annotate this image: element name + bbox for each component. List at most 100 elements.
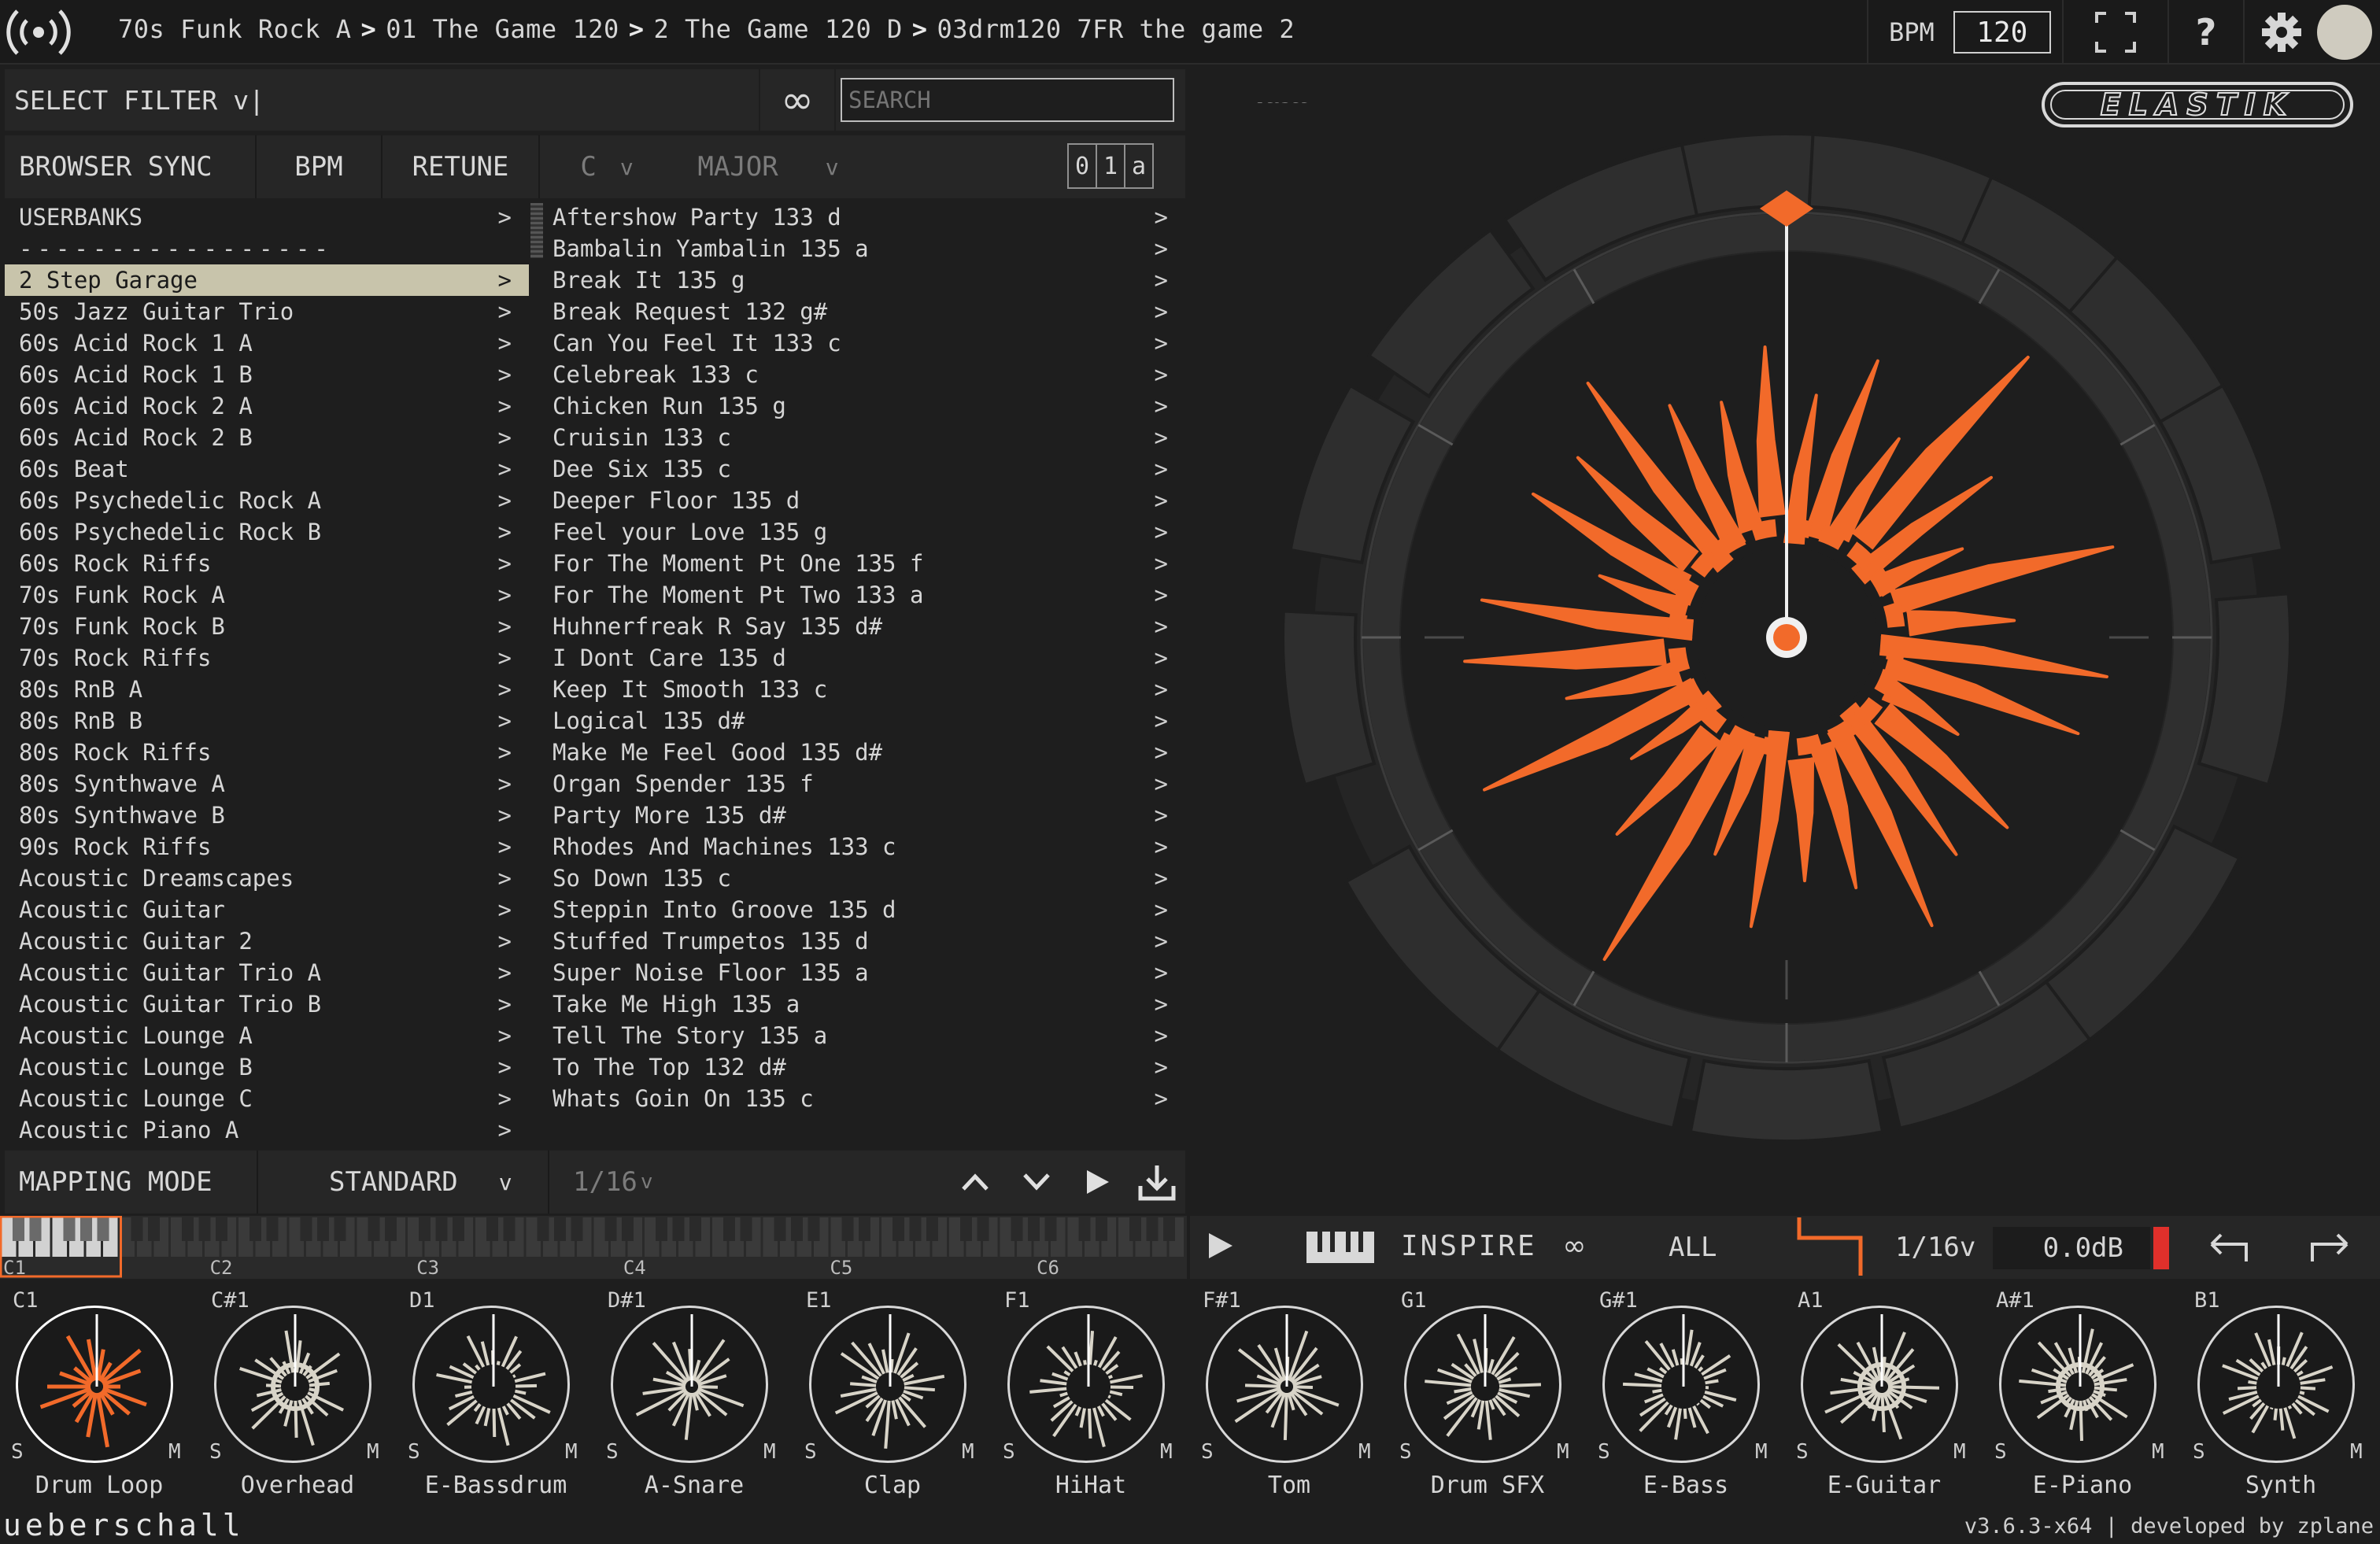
key-select[interactable]: C v — [540, 135, 674, 198]
export-button[interactable] — [1129, 1151, 1185, 1213]
sample-pad[interactable]: C#1 S M Overhead — [198, 1279, 397, 1507]
pad-waveform[interactable] — [1007, 1306, 1165, 1463]
piano-key-black[interactable] — [97, 1217, 109, 1241]
sort-option[interactable]: 0 — [1069, 145, 1097, 187]
piano-key-black[interactable] — [368, 1217, 380, 1241]
sample-pad[interactable]: F#1 S M Tom — [1190, 1279, 1388, 1507]
sample-pad[interactable]: E1 S M Clap — [793, 1279, 992, 1507]
pad-waveform[interactable] — [2197, 1306, 2355, 1463]
piano-key-black[interactable] — [486, 1217, 499, 1241]
userbank-item[interactable]: 50s Jazz Guitar Trio > — [5, 296, 529, 327]
sample-pad[interactable]: B1 S M Synth — [2182, 1279, 2380, 1507]
loop-item[interactable]: Cruisin 133 c > — [546, 422, 1185, 453]
sort-option[interactable]: a — [1125, 145, 1152, 187]
piano-key-black[interactable] — [12, 1217, 25, 1241]
piano-keys-icon[interactable] — [1305, 1230, 1376, 1268]
solo-button[interactable]: S — [1399, 1440, 1412, 1464]
solo-button[interactable]: S — [804, 1440, 817, 1464]
solo-button[interactable]: S — [1598, 1440, 1610, 1464]
userbank-item[interactable]: 60s Beat > — [5, 453, 529, 485]
mute-button[interactable]: M — [367, 1440, 379, 1464]
retune-button[interactable]: RETUNE — [382, 135, 540, 198]
piano-key-black[interactable] — [1078, 1217, 1091, 1241]
sample-pad[interactable]: A1 S M E-Guitar — [1785, 1279, 1983, 1507]
piano-key-black[interactable] — [503, 1217, 516, 1241]
sample-pad[interactable]: A#1 S M E-Piano — [1983, 1279, 2182, 1507]
piano-key-black[interactable] — [418, 1217, 431, 1241]
userbank-item[interactable]: 70s Funk Rock A > — [5, 579, 529, 611]
piano-key-black[interactable] — [858, 1217, 871, 1241]
piano-key-black[interactable] — [672, 1217, 685, 1241]
loop-item[interactable]: Party More 135 d# > — [546, 800, 1185, 831]
piano-key-black[interactable] — [1129, 1217, 1142, 1241]
loop-item[interactable]: Bambalin Yambalin 135 a > — [546, 233, 1185, 264]
breadcrumb-item[interactable]: 2 The Game 120 D — [654, 14, 903, 44]
piano-key-black[interactable] — [198, 1217, 211, 1241]
piano-key-black[interactable] — [1162, 1217, 1176, 1241]
loop-item[interactable]: Steppin Into Groove 135 d > — [546, 894, 1185, 925]
userbank-item[interactable]: 60s Acid Rock 1 A > — [5, 327, 529, 359]
pad-waveform[interactable] — [611, 1306, 768, 1463]
play-preview-button[interactable] — [1067, 1151, 1129, 1213]
pad-waveform[interactable] — [1999, 1306, 2156, 1463]
division-select[interactable]: 1/16 v — [549, 1151, 691, 1213]
piano-key-black[interactable] — [1044, 1217, 1057, 1241]
transport-division-select[interactable]: 1/16v — [1895, 1232, 1975, 1263]
loop-item[interactable]: Rhodes And Machines 133 c > — [546, 831, 1185, 862]
mute-button[interactable]: M — [1755, 1440, 1768, 1464]
piano-key-black[interactable] — [689, 1217, 702, 1241]
mapping-mode-select[interactable]: STANDARD v — [258, 1151, 549, 1213]
loop-item[interactable]: Chicken Run 135 g > — [546, 390, 1185, 422]
breadcrumb-item[interactable]: 70s Funk Rock A — [118, 14, 351, 44]
loop-item[interactable]: Organ Spender 135 f > — [546, 768, 1185, 800]
gain-field[interactable]: 0.0dB — [1993, 1227, 2150, 1269]
mute-button[interactable]: M — [1358, 1440, 1371, 1464]
userbank-item[interactable]: Acoustic Guitar > — [5, 894, 529, 925]
piano-key-black[interactable] — [1027, 1217, 1040, 1241]
userbank-item[interactable]: 2 Step Garage > — [5, 264, 529, 296]
piano-key-black[interactable] — [29, 1217, 42, 1241]
piano-key-black[interactable] — [300, 1217, 312, 1241]
pad-waveform[interactable] — [412, 1306, 570, 1463]
userbank-item[interactable]: Acoustic Lounge A > — [5, 1020, 529, 1051]
piano-key-black[interactable] — [1095, 1217, 1108, 1241]
inspire-button[interactable]: INSPIRE ∞ — [1401, 1230, 1588, 1262]
breadcrumb-item[interactable]: 01 The Game 120 — [386, 14, 619, 44]
loop-item[interactable]: Make Me Feel Good 135 d# > — [546, 737, 1185, 768]
loop-item[interactable]: Tell The Story 135 a > — [546, 1020, 1185, 1051]
userbank-item[interactable]: Acoustic Lounge B > — [5, 1051, 529, 1083]
mute-button[interactable]: M — [763, 1440, 776, 1464]
sample-pad[interactable]: C1 S M Drum Loop — [0, 1279, 198, 1507]
piano-key-black[interactable] — [740, 1217, 752, 1241]
mute-button[interactable]: M — [1557, 1440, 1569, 1464]
mute-button[interactable]: M — [2350, 1440, 2363, 1464]
list-scrollbar[interactable] — [530, 203, 543, 258]
piano-key-black[interactable] — [808, 1217, 820, 1241]
solo-button[interactable]: S — [1201, 1440, 1214, 1464]
piano-key-black[interactable] — [655, 1217, 668, 1241]
loop-item[interactable]: So Down 135 c > — [546, 862, 1185, 894]
loop-item[interactable]: Feel your Love 135 g > — [546, 516, 1185, 548]
pad-waveform[interactable] — [16, 1306, 173, 1463]
piano-key-black[interactable] — [722, 1217, 736, 1241]
loop-item[interactable]: For The Moment Pt Two 133 a > — [546, 579, 1185, 611]
userbank-item[interactable]: 60s Psychedelic Rock A > — [5, 485, 529, 516]
loop-item[interactable]: Celebreak 133 c > — [546, 359, 1185, 390]
mute-button[interactable]: M — [1160, 1440, 1173, 1464]
userbank-item[interactable]: 80s RnB A > — [5, 674, 529, 705]
step-shape-icon[interactable] — [1794, 1217, 1865, 1280]
userbank-item[interactable]: 70s Funk Rock B > — [5, 611, 529, 642]
userbank-item[interactable]: 80s Synthwave B > — [5, 800, 529, 831]
piano-key-black[interactable] — [790, 1217, 804, 1241]
mute-button[interactable]: M — [2152, 1440, 2164, 1464]
mute-button[interactable]: M — [962, 1440, 974, 1464]
piano-key-black[interactable] — [604, 1217, 617, 1241]
bpm-input[interactable]: 120 — [1953, 11, 2051, 54]
loop-item[interactable]: Take Me High 135 a > — [546, 988, 1185, 1020]
userbank-item[interactable]: 80s Rock Riffs > — [5, 737, 529, 768]
sample-pad[interactable]: F1 S M HiHat — [992, 1279, 1190, 1507]
sample-pad[interactable]: D#1 S M A-Snare — [595, 1279, 793, 1507]
piano-key-black[interactable] — [79, 1217, 93, 1241]
userbank-item[interactable]: Acoustic Lounge C > — [5, 1083, 529, 1114]
piano-key-black[interactable] — [316, 1217, 330, 1241]
